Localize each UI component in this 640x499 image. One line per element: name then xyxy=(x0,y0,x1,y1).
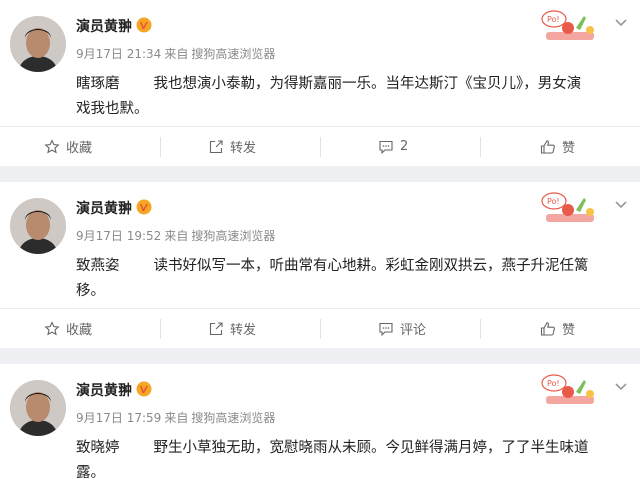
comment-icon xyxy=(379,140,393,154)
content-line-2: 露。 xyxy=(76,465,105,481)
repost-label: 转发 xyxy=(230,141,257,156)
repost-button[interactable]: 转发 xyxy=(160,309,320,349)
post-text: 我也想演小泰勒，为得斯嘉丽一乐。当年达斯汀《宝贝儿》，男女演 xyxy=(153,76,582,92)
vip-badge-icon xyxy=(136,17,152,33)
avatar[interactable] xyxy=(10,16,66,72)
chevron-down-icon[interactable] xyxy=(614,200,628,210)
post-content: 瞎琢磨 我也想演小泰勒，为得斯嘉丽一乐。当年达斯汀《宝贝儿》，男女演 戏我也默。 xyxy=(76,72,616,122)
action-bar: 收藏 转发 评论 赞 xyxy=(0,308,640,348)
thumbs-up-icon xyxy=(540,139,555,154)
vip-badge-icon xyxy=(136,199,152,215)
author-name[interactable]: 演员黄翀 xyxy=(76,381,152,400)
decorative-badge-icon: Po! xyxy=(541,10,594,40)
content-line-1: 致燕姿 读书好似写一本，听曲常有心地耕。彩虹金刚双拱云，燕子升泥任篱 xyxy=(76,254,616,279)
comment-button[interactable]: 2 xyxy=(320,127,480,167)
post-time[interactable]: 9月17日 21:34 xyxy=(76,47,161,61)
post-source: 搜狗高速浏览器 xyxy=(191,229,276,243)
action-bar: 收藏 转发 2 赞 xyxy=(0,126,640,166)
post-time[interactable]: 9月17日 19:52 xyxy=(76,229,161,243)
post-recipient: 致燕姿 xyxy=(76,258,120,274)
chevron-down-icon[interactable] xyxy=(614,18,628,28)
favorite-button[interactable]: 收藏 xyxy=(0,309,160,349)
star-icon xyxy=(44,138,60,154)
source-prefix: 来自 xyxy=(164,229,189,243)
content-line-2: 移。 xyxy=(76,283,105,299)
content-line-1: 瞎琢磨 我也想演小泰勒，为得斯嘉丽一乐。当年达斯汀《宝贝儿》，男女演 xyxy=(76,72,616,97)
svg-text:Po!: Po! xyxy=(547,379,560,388)
chevron-down-icon[interactable] xyxy=(614,382,628,392)
post-content: 致燕姿 读书好似写一本，听曲常有心地耕。彩虹金刚双拱云，燕子升泥任篱 移。 xyxy=(76,254,616,304)
weibo-post: 演员黄翀 9月17日 19:52 来自 搜狗高速浏览器 Po! 致燕姿 读书好似写一本… xyxy=(0,182,640,348)
avatar[interactable] xyxy=(10,380,66,436)
favorite-label: 收藏 xyxy=(66,141,93,156)
post-meta: 9月17日 17:59 来自 搜狗高速浏览器 xyxy=(76,410,278,426)
repost-label: 转发 xyxy=(230,323,257,338)
post-source: 搜狗高速浏览器 xyxy=(191,47,276,61)
thumbs-up-icon xyxy=(540,321,555,336)
weibo-post: 演员黄翀 9月17日 21:34 来自 搜狗高速浏览器 Po! 瞎琢磨 我也想演小泰勒… xyxy=(0,0,640,166)
source-prefix: 来自 xyxy=(164,47,189,61)
like-button[interactable]: 赞 xyxy=(480,309,640,349)
post-meta: 9月17日 19:52 来自 搜狗高速浏览器 xyxy=(76,228,278,244)
vip-badge-icon xyxy=(136,381,152,397)
post-meta: 9月17日 21:34 来自 搜狗高速浏览器 xyxy=(76,46,278,62)
decorative-badge-icon: Po! xyxy=(541,192,594,222)
post-time[interactable]: 9月17日 17:59 xyxy=(76,411,161,425)
like-button[interactable]: 赞 xyxy=(480,127,640,167)
svg-text:Po!: Po! xyxy=(547,197,560,206)
author-name[interactable]: 演员黄翀 xyxy=(76,199,152,218)
like-label: 赞 xyxy=(562,323,576,338)
post-content: 致晓婷 野生小草独无助，宽慰晓雨从未顾。今见鲜得满月婷，了了半生味道 露。 xyxy=(76,436,616,486)
star-icon xyxy=(44,320,60,336)
post-recipient: 瞎琢磨 xyxy=(76,76,120,92)
weibo-post: 演员黄翀 9月17日 17:59 来自 搜狗高速浏览器 Po! 致晓婷 野生小草独无助… xyxy=(0,364,640,499)
source-prefix: 来自 xyxy=(164,411,189,425)
repost-button[interactable]: 转发 xyxy=(160,127,320,167)
like-label: 赞 xyxy=(562,141,576,156)
comment-icon xyxy=(379,322,393,336)
content-line-2: 戏我也默。 xyxy=(76,101,149,117)
svg-text:Po!: Po! xyxy=(547,15,560,24)
comment-count: 2 xyxy=(400,139,409,154)
repost-icon xyxy=(209,321,223,335)
author-name-text[interactable]: 演员黄翀 xyxy=(76,19,132,35)
post-recipient: 致晓婷 xyxy=(76,440,120,456)
post-text: 野生小草独无助，宽慰晓雨从未顾。今见鲜得满月婷，了了半生味道 xyxy=(153,440,589,456)
avatar[interactable] xyxy=(10,198,66,254)
comment-label: 评论 xyxy=(400,323,427,338)
decorative-badge-icon: Po! xyxy=(541,374,594,404)
author-name-text[interactable]: 演员黄翀 xyxy=(76,201,132,217)
content-line-1: 致晓婷 野生小草独无助，宽慰晓雨从未顾。今见鲜得满月婷，了了半生味道 xyxy=(76,436,616,461)
post-text: 读书好似写一本，听曲常有心地耕。彩虹金刚双拱云，燕子升泥任篱 xyxy=(153,258,589,274)
favorite-label: 收藏 xyxy=(66,323,93,338)
favorite-button[interactable]: 收藏 xyxy=(0,127,160,167)
comment-button[interactable]: 评论 xyxy=(320,309,480,349)
post-source: 搜狗高速浏览器 xyxy=(191,411,276,425)
repost-icon xyxy=(209,139,223,153)
author-name[interactable]: 演员黄翀 xyxy=(76,17,152,36)
author-name-text[interactable]: 演员黄翀 xyxy=(76,383,132,399)
